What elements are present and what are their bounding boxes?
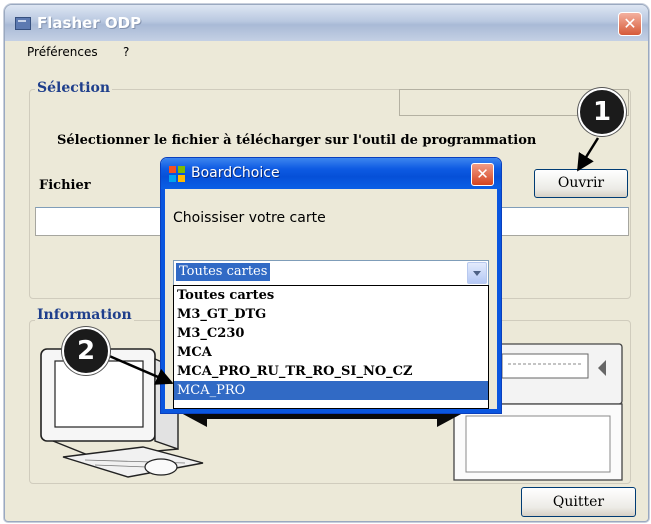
callout-2: 2 bbox=[62, 327, 110, 375]
callout-1: 1 bbox=[578, 88, 626, 136]
callout-pointers bbox=[99, 137, 600, 385]
